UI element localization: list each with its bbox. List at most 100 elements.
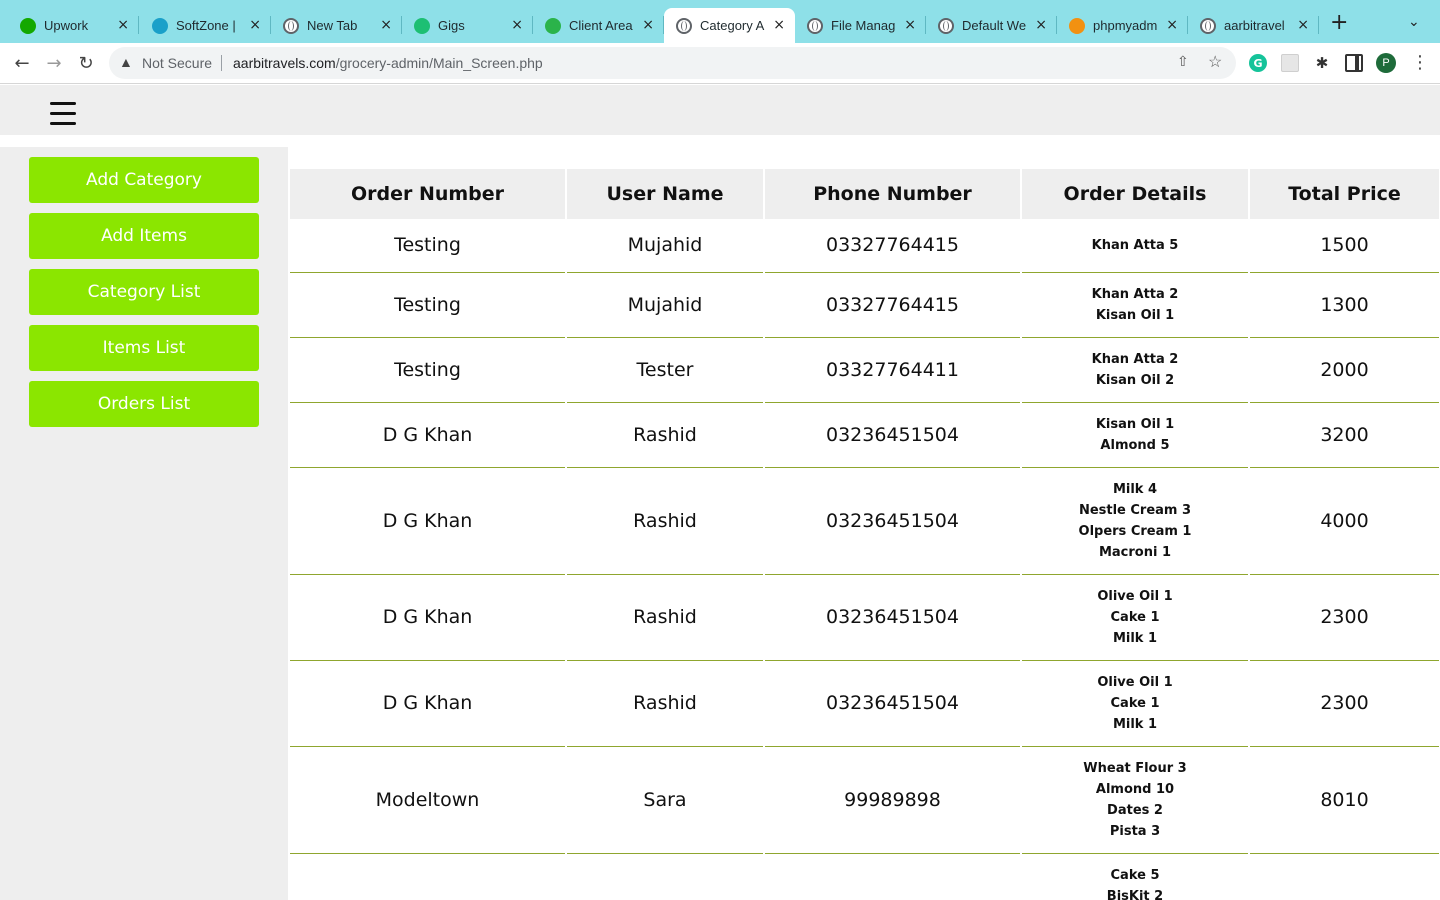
- user-name-cell: [566, 853, 765, 900]
- total-price-cell: 2000: [1249, 337, 1440, 403]
- items-list-button[interactable]: Items List: [29, 325, 259, 371]
- phone-number-cell: 03327764415: [764, 272, 1022, 338]
- order-detail-line: Pista 3: [1109, 823, 1161, 839]
- tab-close-icon[interactable]: ×: [117, 17, 129, 33]
- add-items-button[interactable]: Add Items: [29, 213, 259, 259]
- column-header-phone-number: Phone Number: [764, 169, 1022, 219]
- table-row: Testing Mujahid 03327764415 Khan Atta 2 Kisa…: [290, 272, 1440, 338]
- order-number-cell: Testing: [290, 272, 567, 338]
- tab-close-icon[interactable]: ×: [1297, 17, 1309, 33]
- browser-tab[interactable]: aarbitravel ×: [1188, 8, 1319, 43]
- tab-close-icon[interactable]: ×: [249, 17, 261, 33]
- order-detail-line: Almond 10: [1095, 781, 1175, 797]
- total-price-cell: 3200: [1249, 402, 1440, 468]
- user-name-cell: Sara: [566, 746, 765, 854]
- tab-close-icon[interactable]: ×: [773, 17, 785, 33]
- new-tab-button[interactable]: +: [1330, 12, 1348, 34]
- extension-placeholder-icon[interactable]: [1281, 54, 1299, 72]
- order-details-cell: Olive Oil 1 Cake 1 Milk 1: [1021, 574, 1250, 661]
- tab-title: SoftZone |: [176, 18, 236, 33]
- phone-number-cell: 99989898: [764, 746, 1022, 854]
- globe-icon: [938, 17, 954, 34]
- security-label[interactable]: Not Secure: [142, 55, 212, 71]
- order-detail-line: Kisan Oil 2: [1095, 372, 1175, 388]
- browser-toolbar: ← → ↻ ▲ Not Secure aarbitravels.com/groc…: [0, 43, 1440, 84]
- browser-tab[interactable]: New Tab ×: [271, 8, 402, 43]
- order-number-cell: D G Khan: [290, 660, 567, 747]
- grammarly-extension-icon[interactable]: G: [1249, 54, 1267, 72]
- order-detail-line: Olive Oil 1: [1097, 588, 1173, 604]
- client-area-icon: [545, 17, 561, 34]
- order-detail-line: Nestle Cream 3: [1078, 502, 1192, 518]
- tab-close-icon[interactable]: ×: [904, 17, 916, 33]
- table-row: D G Khan Rashid 03236451504 Milk 4 Nestle Cr…: [290, 467, 1440, 575]
- column-header-order-details: Order Details: [1021, 169, 1250, 219]
- hamburger-menu-icon[interactable]: [50, 102, 76, 126]
- order-details-cell: Khan Atta 5: [1021, 219, 1250, 273]
- back-button[interactable]: ←: [10, 51, 34, 75]
- order-number-cell: D G Khan: [290, 402, 567, 468]
- reload-button[interactable]: ↻: [74, 51, 98, 75]
- extensions-puzzle-icon[interactable]: ✱: [1313, 54, 1331, 72]
- hamburger-line: [50, 102, 76, 105]
- tab-title: Default We: [962, 18, 1027, 33]
- softzone-icon: [152, 17, 168, 34]
- fiverr-icon: [414, 17, 430, 34]
- browser-tab[interactable]: phpmyadm ×: [1057, 8, 1188, 43]
- url-text[interactable]: aarbitravels.com/grocery-admin/Main_Scre…: [233, 55, 543, 71]
- tab-close-icon[interactable]: ×: [511, 17, 523, 33]
- address-bar[interactable]: ▲ Not Secure aarbitravels.com/grocery-ad…: [109, 47, 1236, 79]
- browser-menu-icon[interactable]: ⋮: [1411, 52, 1429, 73]
- browser-tab[interactable]: Client Area ×: [533, 8, 664, 43]
- tab-close-icon[interactable]: ×: [1166, 17, 1178, 33]
- category-list-button[interactable]: Category List: [29, 269, 259, 315]
- order-number-cell: [290, 853, 567, 900]
- table-row: Modeltown Sara 99989898 Wheat Flour 3 Almond…: [290, 746, 1440, 854]
- total-price-cell: 1500: [1249, 219, 1440, 273]
- browser-tab[interactable]: Upwork ×: [8, 8, 139, 43]
- bookmark-star-icon[interactable]: ☆: [1208, 52, 1222, 72]
- total-price-cell: 4000: [1249, 467, 1440, 575]
- column-header-total-price: Total Price: [1249, 169, 1440, 219]
- phone-number-cell: 03236451504: [764, 660, 1022, 747]
- orders-table: Order Number User Name Phone Number Orde…: [290, 169, 1440, 900]
- globe-icon: [676, 17, 692, 34]
- tab-close-icon[interactable]: ×: [1035, 17, 1047, 33]
- browser-tab[interactable]: File Manag ×: [795, 8, 926, 43]
- column-header-user-name: User Name: [566, 169, 765, 219]
- table-row: Testing Mujahid 03327764415 Khan Atta 5 1500: [290, 219, 1440, 273]
- order-detail-line: Olive Oil 1: [1097, 674, 1173, 690]
- order-detail-line: Wheat Flour 3: [1083, 760, 1187, 776]
- tab-title: File Manag: [831, 18, 896, 33]
- orders-list-button[interactable]: Orders List: [29, 381, 259, 427]
- upwork-icon: [20, 17, 36, 34]
- table-row: Testing Tester 03327764411 Khan Atta 2 Kisan…: [290, 337, 1440, 403]
- browser-tab[interactable]: Default We ×: [926, 8, 1057, 43]
- tab-close-icon[interactable]: ×: [380, 17, 392, 33]
- warning-triangle-icon[interactable]: ▲: [119, 54, 133, 70]
- order-details-cell: Cake 5 BisKit 2: [1021, 853, 1250, 900]
- share-icon[interactable]: ⇧: [1177, 53, 1189, 70]
- browser-tab[interactable]: Gigs ×: [402, 8, 533, 43]
- browser-tab[interactable]: SoftZone | ×: [140, 8, 271, 43]
- table-header-row: Order Number User Name Phone Number Orde…: [290, 169, 1440, 219]
- order-detail-line: Khan Atta 2: [1091, 351, 1179, 367]
- user-name-cell: Rashid: [566, 660, 765, 747]
- side-panel-icon[interactable]: [1345, 54, 1363, 72]
- order-number-cell: D G Khan: [290, 467, 567, 575]
- table-row: Cake 5 BisKit 2: [290, 853, 1440, 900]
- add-category-button[interactable]: Add Category: [29, 157, 259, 203]
- user-name-cell: Mujahid: [566, 219, 765, 273]
- browser-tab[interactable]: Category A ×: [664, 8, 795, 43]
- total-price-cell: 2300: [1249, 660, 1440, 747]
- main-content: Order Number User Name Phone Number Orde…: [288, 135, 1440, 900]
- forward-button[interactable]: →: [42, 51, 66, 75]
- order-details-cell: Khan Atta 2 Kisan Oil 1: [1021, 272, 1250, 338]
- order-detail-line: Milk 1: [1112, 630, 1158, 646]
- globe-icon: [283, 17, 299, 34]
- tab-close-icon[interactable]: ×: [642, 17, 654, 33]
- browser-tab-strip: Upwork × SoftZone | × New Tab × Gigs × Client Ar…: [0, 0, 1440, 43]
- profile-avatar[interactable]: P: [1376, 53, 1396, 73]
- order-detail-line: Khan Atta 2: [1091, 286, 1179, 302]
- tab-search-icon[interactable]: ⌄: [1408, 14, 1420, 30]
